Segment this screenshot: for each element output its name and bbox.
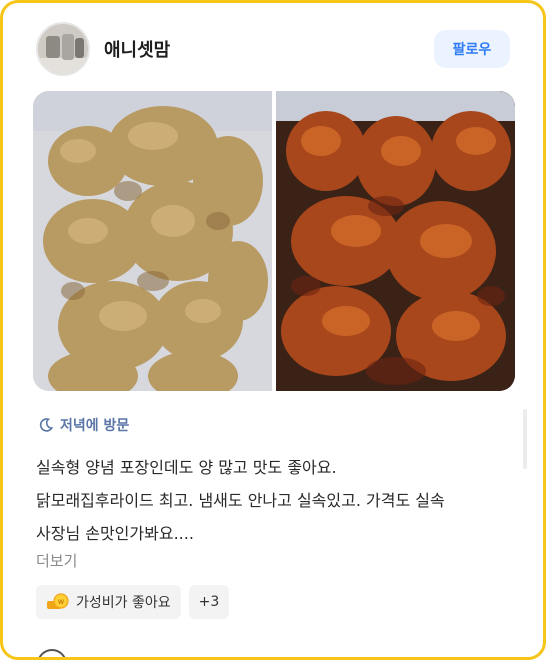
more-keywords-label: +3 [198, 594, 220, 610]
visit-time-tag: 저녁에 방문 [38, 415, 129, 435]
follow-button[interactable]: 팔로우 [434, 30, 510, 68]
seasoned-chicken-photo[interactable] [276, 91, 515, 391]
review-line: 실속형 양념 포장인데도 양 많고 맛도 좋아요. [36, 458, 337, 477]
keyword-chips: w 가성비가 좋아요 +3 [36, 585, 230, 619]
review-body: 실속형 양념 포장인데도 양 많고 맛도 좋아요. 닭모래집후라이드 최고. 냄… [36, 451, 506, 550]
coin-icon: w [47, 593, 69, 609]
seasoned-chicken-image [276, 91, 515, 391]
fried-chicken-photo[interactable] [33, 91, 272, 391]
moon-icon [39, 418, 54, 432]
visit-time-label: 저녁에 방문 [60, 418, 130, 434]
svg-text:w: w [58, 597, 65, 606]
fried-chicken-image [33, 91, 272, 391]
scrollbar[interactable] [523, 409, 527, 469]
review-line: 사장님 손맛인가봐요.... [36, 524, 194, 543]
avatar[interactable] [36, 22, 90, 76]
review-card: 애니셋맘 팔로우 저녁에 방문 실속형 양념 포장인데도 양 많고 맛도 좋아요… [0, 0, 546, 660]
bottom-icon-cutoff [37, 649, 67, 657]
keyword-chip-label: 가성비가 좋아요 [76, 595, 171, 611]
username[interactable]: 애니셋맘 [104, 36, 170, 62]
more-keywords-chip[interactable]: +3 [188, 585, 230, 619]
more-link[interactable]: 더보기 [36, 550, 77, 571]
photo-gallery [33, 91, 515, 391]
review-header: 애니셋맘 팔로우 [36, 22, 510, 76]
review-line: 닭모래집후라이드 최고. 냄새도 안나고 실속있고. 가격도 실속 [36, 491, 445, 510]
keyword-chip[interactable]: w 가성비가 좋아요 [36, 585, 181, 619]
